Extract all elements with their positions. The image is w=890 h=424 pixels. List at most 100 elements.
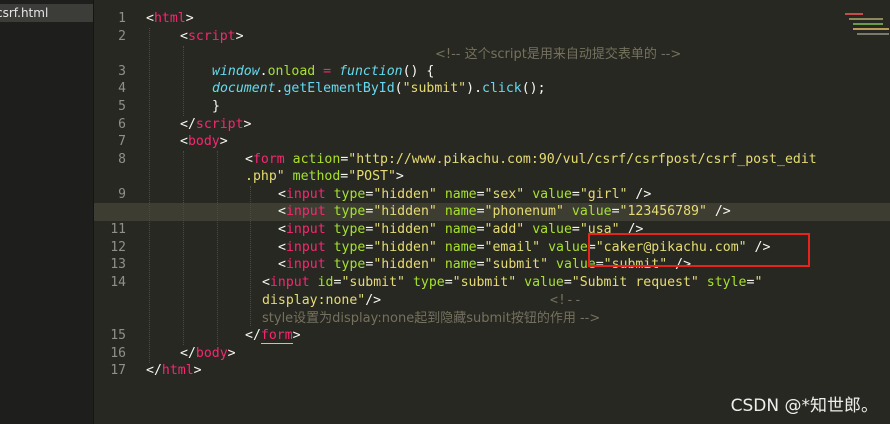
- token-attr: value: [548, 240, 588, 255]
- code-line-5: }: [212, 98, 220, 116]
- code-line-14: <input id="submit" type="submit" value="…: [262, 274, 762, 292]
- token: =: [476, 257, 485, 272]
- token: .: [259, 64, 268, 79]
- token-string: "add": [484, 222, 525, 237]
- token-attr: type: [333, 222, 366, 237]
- token-tag: input: [285, 257, 326, 272]
- token: =: [476, 222, 485, 237]
- token: =: [571, 222, 580, 237]
- token: ).: [466, 81, 483, 96]
- token: <: [278, 187, 286, 202]
- token-string: "email": [484, 240, 541, 255]
- code-line-8-wrap: .php" method="POST">: [245, 168, 404, 186]
- code-editor[interactable]: <html> <script> <!-- 这个script是用来自动提交表单的 …: [0, 0, 890, 424]
- token-string: "hidden": [373, 240, 437, 255]
- token-string: "sex": [484, 187, 525, 202]
- token-attr: name: [444, 222, 477, 237]
- token-string: "Submit request": [571, 275, 699, 290]
- token-attr: value: [532, 222, 572, 237]
- minimap-line: [845, 13, 863, 15]
- token-tag: input: [269, 275, 310, 290]
- token-string: "submit": [484, 257, 549, 272]
- indent-guide: [183, 46, 184, 116]
- token: =: [571, 187, 580, 202]
- token: />: [627, 187, 652, 202]
- token: =: [476, 204, 485, 219]
- token-tag: input: [285, 222, 326, 237]
- token-tag: html: [153, 11, 186, 26]
- token-tag: body: [195, 346, 228, 361]
- minimap-line: [853, 23, 883, 25]
- token: >: [243, 117, 252, 132]
- token-string: "submit": [452, 275, 517, 290]
- token-attr: action: [292, 152, 341, 167]
- token: >: [219, 134, 228, 149]
- token-tag: body: [187, 134, 220, 149]
- token-attr: id: [317, 275, 334, 290]
- token: <: [146, 11, 154, 26]
- indent-guide: [250, 186, 251, 326]
- token: ();: [521, 81, 546, 96]
- code-line-14-wrap: display:none"/>: [262, 292, 381, 310]
- token: />: [365, 293, 382, 308]
- token-attr: type: [333, 204, 366, 219]
- token: >: [395, 169, 404, 184]
- token: =: [476, 240, 485, 255]
- token-property: onload: [267, 64, 316, 79]
- token-tag: script: [187, 29, 236, 44]
- code-line-6: </script>: [180, 116, 251, 134]
- token-string: "phonenum": [484, 204, 564, 219]
- token-string: "hidden": [373, 204, 437, 219]
- minimap[interactable]: [843, 10, 890, 46]
- token-tag: form: [252, 152, 285, 167]
- code-line-9: <input type="hidden" name="sex" value="g…: [278, 186, 651, 204]
- token-string: "submit": [341, 275, 405, 290]
- code-line-8: <form action="http://www.pikachu.com:90/…: [245, 151, 817, 169]
- token: <: [245, 152, 253, 167]
- token-method: click: [482, 81, 522, 96]
- token-tag: input: [285, 204, 326, 219]
- token-object: document: [212, 81, 276, 96]
- code-line-2: <script>: [180, 28, 244, 46]
- token: =: [444, 275, 453, 290]
- token-attr: type: [412, 275, 445, 290]
- token-keyword: function: [339, 64, 403, 79]
- token-attr: name: [444, 187, 477, 202]
- token: =: [563, 275, 572, 290]
- token-string: "http://www.pikachu.com:90/vul/csrf/csrf…: [348, 152, 817, 167]
- token-attr: name: [444, 240, 477, 255]
- token-comment: <!--: [550, 293, 582, 308]
- token-comment: style设置为display:none起到隐藏submit按钮的作用 -->: [262, 311, 601, 326]
- token-tag: input: [285, 187, 326, 202]
- token: <: [180, 134, 188, 149]
- code-line-14-comment-open: <!--: [550, 292, 582, 310]
- token-attr: type: [333, 187, 366, 202]
- token-string: "girl": [579, 187, 628, 202]
- token-string: "123456789": [619, 204, 707, 219]
- token-attr: value: [524, 275, 564, 290]
- token: <: [278, 240, 286, 255]
- minimap-line: [857, 33, 889, 35]
- token-string: "hidden": [373, 187, 437, 202]
- token: <: [278, 257, 286, 272]
- annotation-highlight-box: [588, 233, 810, 267]
- token-attr: type: [333, 240, 366, 255]
- token-tag: script: [195, 117, 244, 132]
- code-line-2-comment: <!-- 这个script是用来自动提交表单的 -->: [435, 46, 681, 64]
- token-string: ": [754, 275, 763, 290]
- minimap-line: [853, 28, 889, 30]
- code-line-16: </body>: [180, 345, 236, 363]
- token: <: [262, 275, 270, 290]
- code-line-7: <body>: [180, 133, 228, 151]
